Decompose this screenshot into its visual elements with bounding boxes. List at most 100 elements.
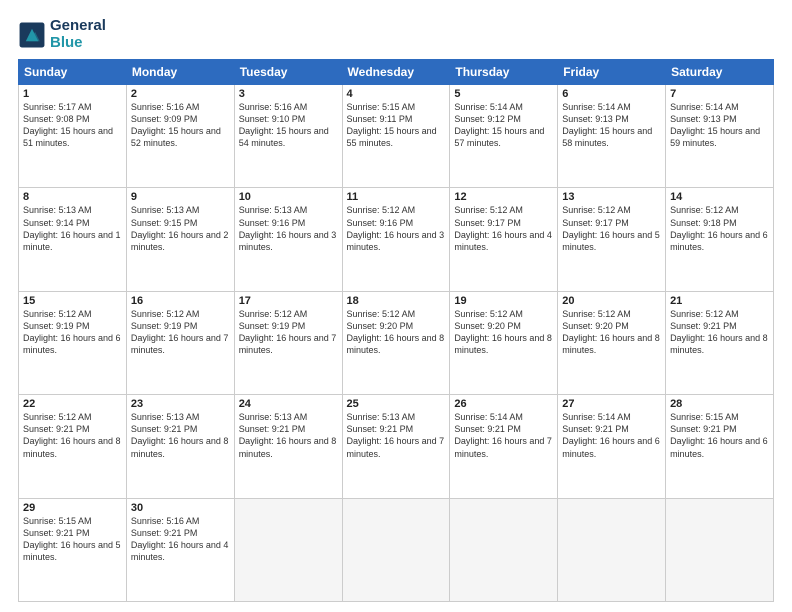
day-info: Sunrise: 5:17 AM Sunset: 9:08 PM Dayligh… xyxy=(23,101,122,150)
day-info: Sunrise: 5:12 AM Sunset: 9:17 PM Dayligh… xyxy=(562,204,661,253)
calendar-cell: 21Sunrise: 5:12 AM Sunset: 9:21 PM Dayli… xyxy=(666,291,774,394)
day-info: Sunrise: 5:12 AM Sunset: 9:18 PM Dayligh… xyxy=(670,204,769,253)
day-number: 3 xyxy=(239,88,338,100)
calendar-cell: 29Sunrise: 5:15 AM Sunset: 9:21 PM Dayli… xyxy=(19,498,127,601)
calendar-cell: 22Sunrise: 5:12 AM Sunset: 9:21 PM Dayli… xyxy=(19,395,127,498)
calendar-cell: 25Sunrise: 5:13 AM Sunset: 9:21 PM Dayli… xyxy=(342,395,450,498)
day-number: 14 xyxy=(670,191,769,203)
day-info: Sunrise: 5:14 AM Sunset: 9:21 PM Dayligh… xyxy=(562,411,661,460)
calendar-cell xyxy=(234,498,342,601)
calendar-cell: 28Sunrise: 5:15 AM Sunset: 9:21 PM Dayli… xyxy=(666,395,774,498)
calendar-cell: 18Sunrise: 5:12 AM Sunset: 9:20 PM Dayli… xyxy=(342,291,450,394)
day-info: Sunrise: 5:15 AM Sunset: 9:21 PM Dayligh… xyxy=(670,411,769,460)
calendar-table: SundayMondayTuesdayWednesdayThursdayFrid… xyxy=(18,59,774,602)
day-info: Sunrise: 5:16 AM Sunset: 9:09 PM Dayligh… xyxy=(131,101,230,150)
day-info: Sunrise: 5:12 AM Sunset: 9:19 PM Dayligh… xyxy=(239,308,338,357)
calendar-cell: 26Sunrise: 5:14 AM Sunset: 9:21 PM Dayli… xyxy=(450,395,558,498)
calendar-cell: 10Sunrise: 5:13 AM Sunset: 9:16 PM Dayli… xyxy=(234,188,342,291)
day-number: 27 xyxy=(562,398,661,410)
day-info: Sunrise: 5:13 AM Sunset: 9:14 PM Dayligh… xyxy=(23,204,122,253)
calendar-cell: 14Sunrise: 5:12 AM Sunset: 9:18 PM Dayli… xyxy=(666,188,774,291)
calendar-cell xyxy=(558,498,666,601)
day-info: Sunrise: 5:12 AM Sunset: 9:21 PM Dayligh… xyxy=(670,308,769,357)
calendar-cell: 30Sunrise: 5:16 AM Sunset: 9:21 PM Dayli… xyxy=(126,498,234,601)
day-number: 8 xyxy=(23,191,122,203)
day-info: Sunrise: 5:12 AM Sunset: 9:16 PM Dayligh… xyxy=(347,204,446,253)
day-number: 25 xyxy=(347,398,446,410)
day-number: 10 xyxy=(239,191,338,203)
day-number: 13 xyxy=(562,191,661,203)
calendar-cell xyxy=(342,498,450,601)
calendar-cell: 20Sunrise: 5:12 AM Sunset: 9:20 PM Dayli… xyxy=(558,291,666,394)
calendar-cell: 8Sunrise: 5:13 AM Sunset: 9:14 PM Daylig… xyxy=(19,188,127,291)
calendar-cell: 16Sunrise: 5:12 AM Sunset: 9:19 PM Dayli… xyxy=(126,291,234,394)
day-info: Sunrise: 5:12 AM Sunset: 9:17 PM Dayligh… xyxy=(454,204,553,253)
day-info: Sunrise: 5:12 AM Sunset: 9:20 PM Dayligh… xyxy=(562,308,661,357)
day-info: Sunrise: 5:14 AM Sunset: 9:13 PM Dayligh… xyxy=(562,101,661,150)
weekday-header: Friday xyxy=(558,60,666,85)
day-number: 7 xyxy=(670,88,769,100)
calendar-cell: 24Sunrise: 5:13 AM Sunset: 9:21 PM Dayli… xyxy=(234,395,342,498)
day-info: Sunrise: 5:14 AM Sunset: 9:13 PM Dayligh… xyxy=(670,101,769,150)
calendar-cell: 19Sunrise: 5:12 AM Sunset: 9:20 PM Dayli… xyxy=(450,291,558,394)
day-info: Sunrise: 5:13 AM Sunset: 9:15 PM Dayligh… xyxy=(131,204,230,253)
logo-text: GeneralBlue xyxy=(50,18,106,51)
day-number: 16 xyxy=(131,295,230,307)
day-info: Sunrise: 5:13 AM Sunset: 9:21 PM Dayligh… xyxy=(347,411,446,460)
day-info: Sunrise: 5:14 AM Sunset: 9:12 PM Dayligh… xyxy=(454,101,553,150)
calendar-cell: 13Sunrise: 5:12 AM Sunset: 9:17 PM Dayli… xyxy=(558,188,666,291)
calendar-cell: 7Sunrise: 5:14 AM Sunset: 9:13 PM Daylig… xyxy=(666,85,774,188)
day-number: 17 xyxy=(239,295,338,307)
day-number: 19 xyxy=(454,295,553,307)
weekday-header: Sunday xyxy=(19,60,127,85)
calendar-cell: 11Sunrise: 5:12 AM Sunset: 9:16 PM Dayli… xyxy=(342,188,450,291)
calendar-cell xyxy=(450,498,558,601)
calendar-cell: 9Sunrise: 5:13 AM Sunset: 9:15 PM Daylig… xyxy=(126,188,234,291)
day-info: Sunrise: 5:15 AM Sunset: 9:11 PM Dayligh… xyxy=(347,101,446,150)
day-number: 22 xyxy=(23,398,122,410)
day-info: Sunrise: 5:12 AM Sunset: 9:20 PM Dayligh… xyxy=(347,308,446,357)
day-number: 9 xyxy=(131,191,230,203)
day-info: Sunrise: 5:13 AM Sunset: 9:16 PM Dayligh… xyxy=(239,204,338,253)
day-number: 29 xyxy=(23,502,122,514)
calendar-cell xyxy=(666,498,774,601)
day-number: 23 xyxy=(131,398,230,410)
weekday-header: Wednesday xyxy=(342,60,450,85)
day-info: Sunrise: 5:12 AM Sunset: 9:19 PM Dayligh… xyxy=(131,308,230,357)
calendar-cell: 23Sunrise: 5:13 AM Sunset: 9:21 PM Dayli… xyxy=(126,395,234,498)
weekday-header: Saturday xyxy=(666,60,774,85)
day-info: Sunrise: 5:12 AM Sunset: 9:20 PM Dayligh… xyxy=(454,308,553,357)
calendar-cell: 27Sunrise: 5:14 AM Sunset: 9:21 PM Dayli… xyxy=(558,395,666,498)
calendar-cell: 4Sunrise: 5:15 AM Sunset: 9:11 PM Daylig… xyxy=(342,85,450,188)
day-info: Sunrise: 5:13 AM Sunset: 9:21 PM Dayligh… xyxy=(239,411,338,460)
calendar-cell: 5Sunrise: 5:14 AM Sunset: 9:12 PM Daylig… xyxy=(450,85,558,188)
weekday-header: Tuesday xyxy=(234,60,342,85)
day-number: 4 xyxy=(347,88,446,100)
logo: GeneralBlue xyxy=(18,18,106,51)
day-info: Sunrise: 5:12 AM Sunset: 9:21 PM Dayligh… xyxy=(23,411,122,460)
day-info: Sunrise: 5:13 AM Sunset: 9:21 PM Dayligh… xyxy=(131,411,230,460)
day-number: 20 xyxy=(562,295,661,307)
day-info: Sunrise: 5:16 AM Sunset: 9:10 PM Dayligh… xyxy=(239,101,338,150)
day-number: 28 xyxy=(670,398,769,410)
day-info: Sunrise: 5:14 AM Sunset: 9:21 PM Dayligh… xyxy=(454,411,553,460)
day-info: Sunrise: 5:15 AM Sunset: 9:21 PM Dayligh… xyxy=(23,515,122,564)
calendar-cell: 17Sunrise: 5:12 AM Sunset: 9:19 PM Dayli… xyxy=(234,291,342,394)
day-info: Sunrise: 5:16 AM Sunset: 9:21 PM Dayligh… xyxy=(131,515,230,564)
day-number: 26 xyxy=(454,398,553,410)
day-number: 5 xyxy=(454,88,553,100)
day-number: 21 xyxy=(670,295,769,307)
calendar-cell: 6Sunrise: 5:14 AM Sunset: 9:13 PM Daylig… xyxy=(558,85,666,188)
day-number: 2 xyxy=(131,88,230,100)
calendar-cell: 15Sunrise: 5:12 AM Sunset: 9:19 PM Dayli… xyxy=(19,291,127,394)
weekday-header: Monday xyxy=(126,60,234,85)
calendar-cell: 12Sunrise: 5:12 AM Sunset: 9:17 PM Dayli… xyxy=(450,188,558,291)
day-number: 18 xyxy=(347,295,446,307)
day-number: 1 xyxy=(23,88,122,100)
logo-icon xyxy=(18,21,46,49)
calendar-cell: 2Sunrise: 5:16 AM Sunset: 9:09 PM Daylig… xyxy=(126,85,234,188)
day-number: 6 xyxy=(562,88,661,100)
day-number: 15 xyxy=(23,295,122,307)
page-header: GeneralBlue xyxy=(18,18,774,51)
day-info: Sunrise: 5:12 AM Sunset: 9:19 PM Dayligh… xyxy=(23,308,122,357)
